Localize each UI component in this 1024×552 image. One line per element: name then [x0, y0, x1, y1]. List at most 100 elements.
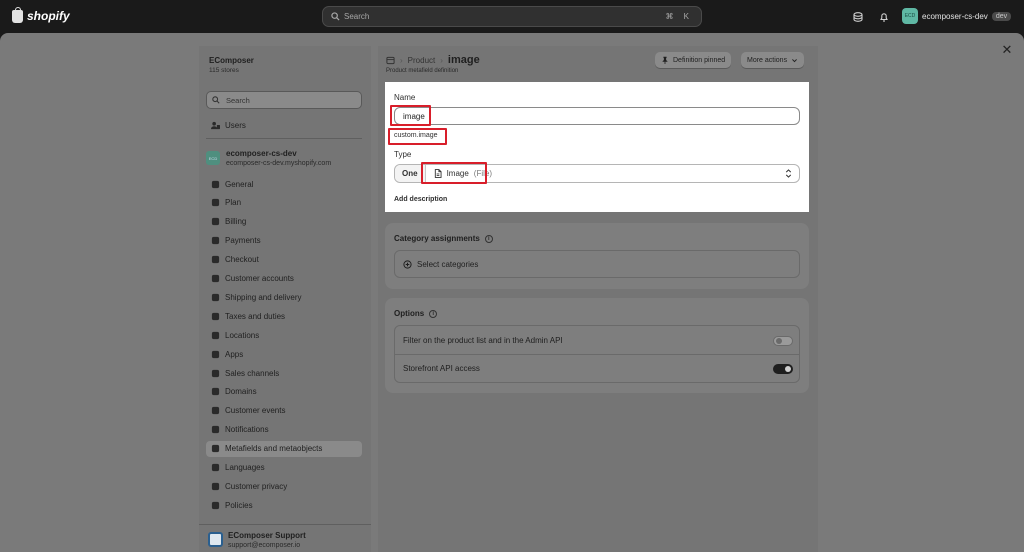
account-store-name: ecomposer-cs-dev	[922, 11, 988, 21]
options-card: Options i Filter on the product list and…	[385, 298, 809, 393]
more-actions-button[interactable]: More actions	[741, 52, 805, 68]
page-subtitle: Product metafield definition	[386, 68, 459, 74]
sidebar-item-label: Users	[225, 120, 246, 130]
shopify-bag-icon	[12, 6, 23, 23]
sidebar-item-customer-events[interactable]: Customer events	[206, 403, 362, 419]
search-icon	[212, 96, 220, 104]
definition-card: Name image custom.image Type One Image (…	[385, 82, 809, 212]
storefront-option-label: Storefront API access	[403, 364, 480, 373]
filter-toggle[interactable]	[773, 336, 793, 346]
sidebar-item-notifications[interactable]: Notifications	[206, 422, 362, 438]
apps-icon	[210, 349, 220, 359]
store-summary[interactable]: ECD ecomposer-cs-dev ecomposer-cs-dev.my…	[206, 149, 331, 167]
database-icon[interactable]	[851, 10, 865, 24]
support-contact[interactable]: EComposer Support support@ecomposer.io	[199, 524, 371, 552]
select-categories-button[interactable]: Select categories	[394, 250, 800, 278]
settings-sidebar: EComposer 115 stores Search Users ECD ec…	[199, 46, 371, 552]
organization-store-count: 115 stores	[209, 67, 239, 74]
brand-name: shopify	[27, 9, 70, 23]
sidebar-item-label: Apps	[225, 349, 244, 359]
language-icon	[210, 463, 220, 473]
sidebar-item-label: Shipping and delivery	[225, 292, 302, 302]
sidebar-item-languages[interactable]: Languages	[206, 460, 362, 476]
sidebar-item-locations[interactable]: Locations	[206, 327, 362, 343]
definition-pinned-label: Definition pinned	[673, 56, 726, 64]
filter-option-label: Filter on the product list and in the Ad…	[403, 336, 563, 345]
global-search[interactable]: Search ⌘ K	[322, 6, 702, 27]
bell-icon[interactable]	[877, 10, 891, 24]
plus-circle-icon	[403, 259, 412, 269]
channels-icon	[210, 368, 220, 378]
cart-icon	[210, 255, 220, 265]
info-icon[interactable]: i	[484, 234, 493, 243]
category-assignments-card: Category assignments i Select categories	[385, 223, 809, 289]
sidebar-item-label: Locations	[225, 330, 260, 340]
sidebar-item-customer-accounts[interactable]: Customer accounts	[206, 271, 362, 287]
sidebar-item-shipping-and-delivery[interactable]: Shipping and delivery	[206, 289, 362, 305]
info-icon[interactable]: i	[429, 309, 438, 318]
sidebar-item-apps[interactable]: Apps	[206, 346, 362, 362]
pin-icon	[662, 56, 668, 64]
name-label: Name	[394, 93, 416, 102]
close-icon[interactable]: ✕	[998, 41, 1016, 59]
highlight-box-namespace	[388, 128, 447, 145]
sidebar-search-input[interactable]: Search	[206, 91, 362, 109]
sidebar-item-label: General	[225, 179, 254, 189]
billing-icon	[210, 217, 220, 227]
dev-badge: dev	[991, 11, 1012, 21]
sidebar-item-label: Customer events	[225, 406, 286, 416]
sidebar-item-label: Metafields and metaobjects	[225, 444, 323, 454]
add-description-button[interactable]: Add description	[394, 196, 447, 203]
sidebar-item-label: Checkout	[225, 255, 259, 265]
page-title: image	[447, 54, 480, 66]
store-icon	[210, 179, 220, 189]
sidebar-item-policies[interactable]: Policies	[206, 497, 362, 513]
metafields-icon	[386, 56, 395, 64]
sidebar-item-domains[interactable]: Domains	[206, 384, 362, 400]
sidebar-item-taxes-and-duties[interactable]: Taxes and duties	[206, 308, 362, 324]
select-arrows-icon	[785, 169, 792, 178]
location-icon	[210, 330, 220, 340]
definition-pinned-button[interactable]: Definition pinned	[655, 52, 732, 68]
sidebar-item-general[interactable]: General	[206, 176, 362, 192]
truck-icon	[210, 292, 220, 302]
breadcrumb-product-link[interactable]: Product	[408, 56, 436, 65]
category-title: Category assignments i	[394, 234, 493, 243]
store-avatar: ECD	[902, 8, 918, 24]
breadcrumb: › Product › image	[386, 54, 480, 66]
plan-icon	[210, 198, 220, 208]
sidebar-item-metafields-and-metaobjects[interactable]: Metafields and metaobjects	[206, 440, 362, 457]
storefront-api-toggle[interactable]	[773, 364, 793, 374]
store-name: ecomposer-cs-dev	[226, 149, 297, 158]
highlight-box-name	[390, 105, 431, 126]
toggle-knob	[776, 338, 782, 344]
options-title: Options i	[394, 309, 438, 318]
globe-icon	[210, 387, 220, 397]
payments-icon	[210, 236, 220, 246]
store-url: ecomposer-cs-dev.myshopify.com	[226, 160, 332, 167]
sidebar-item-label: Domains	[225, 387, 257, 397]
person-icon	[210, 274, 220, 284]
category-title-text: Category assignments	[394, 234, 480, 243]
sidebar-item-payments[interactable]: Payments	[206, 233, 362, 249]
sidebar-item-label: Notifications	[225, 425, 269, 435]
sidebar-item-plan[interactable]: Plan	[206, 195, 362, 211]
support-logo-icon	[208, 532, 223, 547]
policy-icon	[210, 500, 220, 510]
sidebar-item-billing[interactable]: Billing	[206, 214, 362, 230]
sidebar-item-users[interactable]: Users	[206, 117, 362, 133]
sidebar-item-customer-privacy[interactable]: Customer privacy	[206, 478, 362, 494]
options-list: Filter on the product list and in the Ad…	[394, 325, 800, 383]
shopify-logo[interactable]: shopify	[12, 6, 70, 23]
search-icon	[331, 12, 340, 21]
cursor-icon	[210, 406, 220, 416]
account-menu[interactable]: ECD ecomposer-cs-dev dev	[902, 8, 1012, 24]
sidebar-item-sales-channels[interactable]: Sales channels	[206, 365, 362, 381]
select-categories-label: Select categories	[417, 259, 479, 269]
name-field[interactable]: image	[394, 107, 800, 125]
sidebar-item-label: Policies	[225, 500, 253, 510]
sidebar-item-checkout[interactable]: Checkout	[206, 252, 362, 268]
sidebar-item-label: Languages	[225, 463, 265, 472]
toggle-knob	[785, 366, 791, 372]
options-divider	[395, 354, 799, 355]
